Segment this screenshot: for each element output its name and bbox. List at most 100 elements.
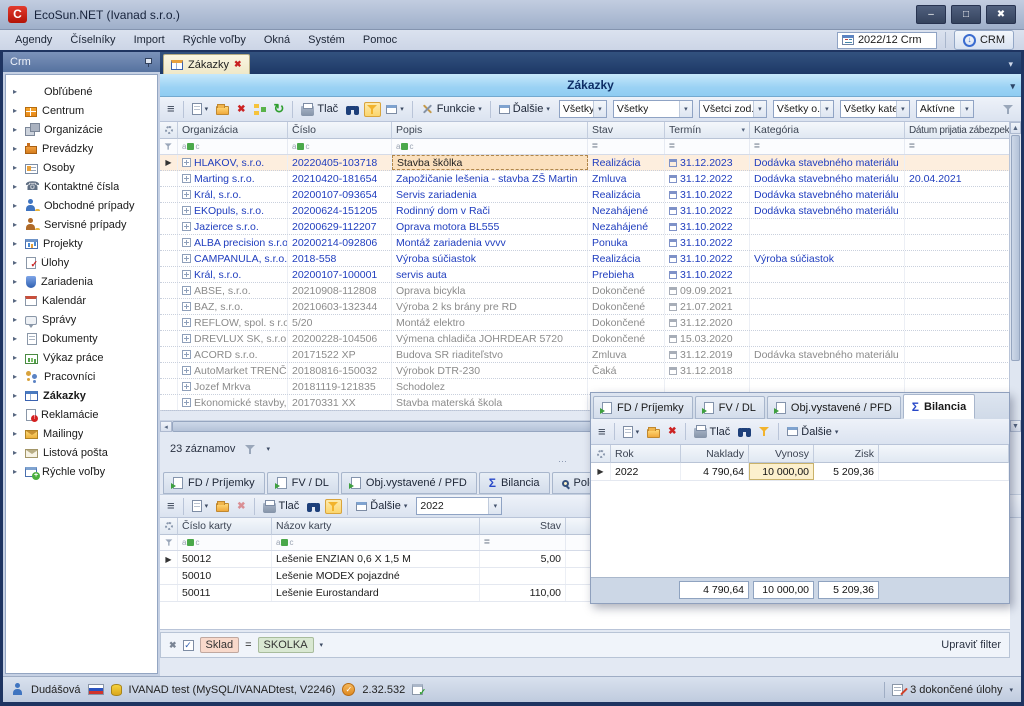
maximize-button[interactable]: □ bbox=[951, 5, 981, 24]
filter-cell[interactable]: = bbox=[905, 139, 1010, 154]
filter-combo-org[interactable]: Všetky o...▾ bbox=[773, 100, 834, 118]
filter-button[interactable] bbox=[325, 499, 342, 514]
open-record-button[interactable] bbox=[213, 498, 232, 514]
column-header-stav[interactable]: Stav bbox=[480, 518, 566, 535]
delete-record-button[interactable]: ✖ bbox=[234, 102, 248, 117]
search-button[interactable] bbox=[735, 424, 754, 439]
filter-cell[interactable]: = bbox=[665, 139, 750, 154]
filter-value-chip[interactable]: SKOLKA bbox=[258, 637, 314, 653]
table-row[interactable]: Marting s.r.o. 20210420-181654 Zapožičan… bbox=[160, 171, 1010, 187]
expand-arrow-icon[interactable]: ▸ bbox=[13, 163, 20, 172]
column-header-nazov-karty[interactable]: Názov karty bbox=[272, 518, 480, 535]
expand-plus-icon[interactable] bbox=[182, 382, 191, 391]
expand-plus-icon[interactable] bbox=[182, 270, 191, 279]
popup-tab-fd-prijemky[interactable]: FD / Príjemky bbox=[593, 396, 693, 419]
sidebar-item-oblubene[interactable]: ▸Obľúbené bbox=[6, 82, 157, 101]
sidebar-item-organizacie[interactable]: ▸Organizácie bbox=[6, 120, 157, 139]
chevron-down-icon[interactable]: ▾ bbox=[896, 101, 909, 117]
menu-agendy[interactable]: Agendy bbox=[6, 32, 61, 48]
sidebar-item-kalendar[interactable]: ▸Kalendár bbox=[6, 291, 157, 310]
grid-options-cell[interactable] bbox=[160, 122, 178, 139]
menu-okna[interactable]: Okná bbox=[255, 32, 299, 48]
table-row[interactable]: ▶ 2022 4 790,64 10 000,00 5 209,36 bbox=[591, 463, 1009, 481]
table-row[interactable]: ALBA precision s.r.o. 20200214-092806 Mo… bbox=[160, 235, 1010, 251]
popup-tab-bilancia[interactable]: ΣBilancia bbox=[903, 394, 975, 419]
chevron-down-icon[interactable]: ▾ bbox=[1009, 686, 1013, 694]
scroll-up-button[interactable]: ▲ bbox=[1010, 122, 1021, 134]
table-row[interactable]: ABSE, s.r.o. 20210908-112808 Oprava bicy… bbox=[160, 283, 1010, 299]
sidebar-item-reklamacie[interactable]: ▸Reklamácie bbox=[6, 405, 157, 424]
grid-options-cell[interactable] bbox=[591, 445, 611, 463]
print-button[interactable]: Tlač bbox=[298, 101, 341, 118]
table-row[interactable]: Král, s.r.o. 20200107-093654 Servis zari… bbox=[160, 187, 1010, 203]
table-row[interactable]: CAMPANULA, s.r.o. 2018-558 Výroba súčias… bbox=[160, 251, 1010, 267]
expand-plus-icon[interactable] bbox=[182, 222, 191, 231]
expand-plus-icon[interactable] bbox=[182, 238, 191, 247]
sidebar-item-centrum[interactable]: ▸Centrum bbox=[6, 101, 157, 120]
open-record-button[interactable] bbox=[644, 424, 663, 440]
more-button[interactable]: Ďalšie▾ bbox=[496, 101, 553, 117]
filter-button[interactable] bbox=[756, 424, 773, 439]
expand-arrow-icon[interactable]: ▸ bbox=[13, 201, 20, 210]
filter-dropdown-icon[interactable]: ▾ bbox=[741, 126, 745, 134]
filter-cell[interactable] bbox=[178, 139, 288, 154]
table-row[interactable]: DREVLUX SK, s.r.o. 20200228-104506 Výmen… bbox=[160, 331, 1010, 347]
sidebar-item-servisne-pripady[interactable]: ▸Servisné prípady bbox=[6, 215, 157, 234]
expand-arrow-icon[interactable]: ▸ bbox=[13, 258, 20, 267]
expand-plus-icon[interactable] bbox=[182, 350, 191, 359]
expand-arrow-icon[interactable]: ▸ bbox=[13, 315, 20, 324]
hierarchy-button[interactable] bbox=[251, 102, 269, 117]
open-record-button[interactable] bbox=[213, 101, 232, 117]
scroll-left-button[interactable]: ◂ bbox=[160, 421, 172, 432]
expand-plus-icon[interactable] bbox=[182, 286, 191, 295]
expand-plus-icon[interactable] bbox=[182, 398, 191, 407]
filter-enabled-checkbox[interactable]: ✓ bbox=[183, 640, 194, 651]
column-header-naklady[interactable]: Naklady bbox=[681, 445, 749, 463]
expand-arrow-icon[interactable]: ▸ bbox=[13, 372, 20, 381]
chevron-down-icon[interactable]: ▾ bbox=[753, 101, 766, 117]
column-header-cislo-karty[interactable]: Číslo karty bbox=[178, 518, 272, 535]
expand-plus-icon[interactable] bbox=[182, 254, 191, 263]
new-record-button[interactable]: ▾ bbox=[620, 424, 643, 440]
minimize-button[interactable]: – bbox=[916, 5, 946, 24]
expand-plus-icon[interactable] bbox=[182, 174, 191, 183]
layout-button[interactable]: ▾ bbox=[383, 103, 407, 116]
expand-arrow-icon[interactable]: ▸ bbox=[13, 467, 20, 476]
column-header-vynosy[interactable]: Vynosy bbox=[749, 445, 814, 463]
menu-system[interactable]: Systém bbox=[299, 32, 354, 48]
filter-cell[interactable]: = bbox=[480, 535, 566, 550]
table-row[interactable]: Král, s.r.o. 20200107-100001 servis auta… bbox=[160, 267, 1010, 283]
column-header-rok[interactable]: Rok bbox=[611, 445, 681, 463]
filter-cell[interactable]: = bbox=[588, 139, 665, 154]
expand-arrow-icon[interactable]: ▸ bbox=[13, 144, 20, 153]
detail-tab-fd-prijemky[interactable]: FD / Príjemky bbox=[163, 472, 265, 494]
sidebar-item-ulohy[interactable]: ▸Úlohy bbox=[6, 253, 157, 272]
scrollbar-thumb[interactable] bbox=[1011, 135, 1020, 361]
filter-cell[interactable]: = bbox=[750, 139, 905, 154]
sidebar-item-rychle-volby[interactable]: ▸Rýchle voľby bbox=[6, 462, 157, 481]
new-record-button[interactable]: ▾ bbox=[189, 101, 212, 117]
expand-plus-icon[interactable] bbox=[182, 318, 191, 327]
detail-tab-bilancia[interactable]: ΣBilancia bbox=[479, 472, 550, 494]
column-header-stav[interactable]: Stav bbox=[588, 122, 665, 139]
remove-filter-icon[interactable]: ✖ bbox=[169, 640, 177, 651]
filter-combo-active[interactable]: Aktívne▾ bbox=[916, 100, 974, 118]
expand-plus-icon[interactable] bbox=[182, 334, 191, 343]
expand-arrow-icon[interactable]: ▸ bbox=[13, 410, 20, 419]
sidebar-item-spravy[interactable]: ▸Správy bbox=[6, 310, 157, 329]
funnel-icon[interactable] bbox=[245, 444, 256, 455]
table-row[interactable]: EKOpuls, s.r.o. 20200624-151205 Rodinný … bbox=[160, 203, 1010, 219]
close-button[interactable]: ✖ bbox=[986, 5, 1016, 24]
chevron-down-icon[interactable]: ▾ bbox=[488, 498, 501, 514]
column-header-zabezpeka[interactable]: Dátum prijatia zábezpeky bbox=[905, 122, 1010, 139]
scroll-down-button[interactable]: ▼ bbox=[1010, 420, 1021, 432]
expand-plus-icon[interactable] bbox=[182, 206, 191, 215]
year-combo[interactable]: 2022▾ bbox=[416, 497, 502, 515]
table-row[interactable]: BAZ, s.r.o. 20210603-132344 Výroba 2 ks … bbox=[160, 299, 1010, 315]
filter-cell[interactable] bbox=[178, 535, 272, 550]
table-row[interactable]: REFLOW, spol. s r.o. 5/20 Montáž elektro… bbox=[160, 315, 1010, 331]
expand-plus-icon[interactable] bbox=[182, 302, 191, 311]
detail-tab-obj-vystavene[interactable]: Obj.vystavené / PFD bbox=[341, 472, 477, 494]
table-row[interactable]: ▶ HLAKOV, s.r.o. 20220405-103718 Stavba … bbox=[160, 155, 1010, 171]
expand-arrow-icon[interactable]: ▸ bbox=[13, 277, 20, 286]
